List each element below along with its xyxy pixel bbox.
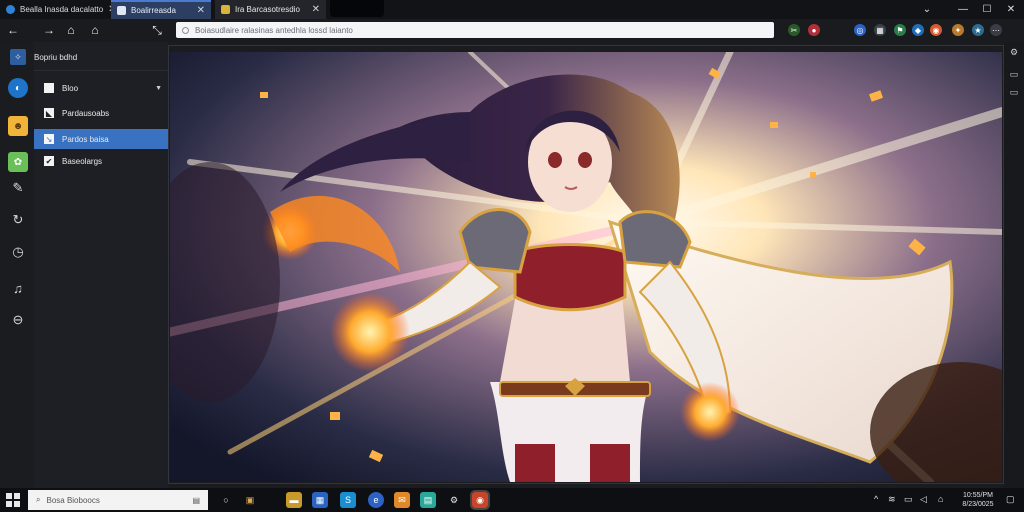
chevron-down-icon[interactable]: ▼ — [155, 85, 162, 92]
browser-logo-icon[interactable]: ◐ — [8, 78, 28, 98]
browser-icon[interactable]: e — [368, 492, 384, 508]
sidebar-header[interactable]: ✧ Bopriu bdhd — [8, 46, 168, 68]
right-rail: ⚙ ▭ ▭ — [1004, 42, 1024, 488]
url-text: Boiasudlaire ralasinas antedhla lossd la… — [195, 25, 353, 35]
reload-button[interactable]: ⌂ — [86, 21, 104, 39]
skype-icon[interactable]: S — [340, 492, 356, 508]
pen-icon[interactable]: ✎ — [8, 178, 28, 198]
minimize-button[interactable]: — — [952, 0, 974, 19]
back-button[interactable]: ← — [4, 21, 22, 39]
pin-icon[interactable]: ⤡ — [148, 21, 166, 39]
mail-icon[interactable]: ✉ — [394, 492, 410, 508]
clock-icon[interactable]: ◷ — [8, 242, 28, 262]
tab-close-icon[interactable]: ✕ — [312, 4, 320, 15]
tab-favicon-icon — [221, 5, 230, 14]
taskbar: ⌕ Bosa Bioboocs ▤ ○ ▣ ▬ ▦ S e ✉ ▤ ⚙ ◉ ^ … — [0, 488, 1024, 512]
battery-icon[interactable]: ▭ — [904, 494, 913, 505]
square-icon — [44, 83, 54, 93]
sidebar: ✧ Bopriu bdhd Bloo ▼ ◣ Pardausoabs ↘ Par… — [10, 42, 168, 488]
sidebar-item-label: Baseolargs — [62, 156, 103, 166]
refresh-circle-icon[interactable]: ↻ — [8, 210, 28, 230]
new-tab-button[interactable] — [330, 0, 384, 17]
tab-list-chevron-icon[interactable]: ⌄ — [916, 0, 938, 19]
tab-bar: Bealla Inasda dacalatto ✕ Boalirreasda ✕… — [0, 0, 1024, 19]
divider — [34, 70, 168, 71]
sidebar-item-label: Pardos baisa — [62, 134, 109, 144]
extension-fox-icon[interactable]: ◉ — [930, 24, 942, 36]
language-icon[interactable]: ⌂ — [938, 494, 943, 504]
extension-puzzle-icon[interactable]: ✦ — [952, 24, 964, 36]
tab-1[interactable]: Bealla Inasda dacalatto ✕ — [0, 0, 117, 19]
tab-2-active[interactable]: Boalirreasda ✕ — [111, 0, 211, 19]
menu-icon[interactable]: ⋯ — [990, 24, 1002, 36]
tab-favicon-icon — [6, 5, 15, 14]
sidebar-item-4[interactable]: ✔ Baseolargs — [34, 151, 168, 171]
sidebar-item-3-selected[interactable]: ↘ Pardos baisa — [34, 129, 168, 149]
notifications-icon[interactable]: ▢ — [1006, 494, 1015, 505]
notes-icon[interactable]: ▤ — [420, 492, 436, 508]
search-icon: ⌕ — [36, 495, 41, 504]
extension-grid-icon[interactable]: ▦ — [874, 24, 886, 36]
extension-shield-icon[interactable]: ◆ — [912, 24, 924, 36]
checkmark-icon[interactable]: ✔ — [44, 156, 54, 166]
forward-button[interactable]: → — [40, 21, 58, 39]
sidebar-item-2[interactable]: ◣ Pardausoabs — [34, 103, 168, 123]
widgets-icon[interactable]: ▣ — [242, 492, 258, 508]
extension-record-icon[interactable]: ● — [808, 24, 820, 36]
tab-title: Ira Barcasotresdio — [235, 5, 300, 14]
volume-icon[interactable]: ◁ — [920, 494, 927, 505]
sidebar-logo-icon: ✧ — [10, 49, 26, 65]
store-icon[interactable]: ▦ — [312, 492, 328, 508]
left-rail: ◐ ☻ ✿ ✎ ↻ ◷ ♫ ⊖ — [0, 42, 34, 488]
network-icon[interactable]: ≋ — [888, 494, 896, 505]
sidebar-item-1[interactable]: Bloo ▼ — [34, 78, 168, 98]
start-button[interactable] — [6, 493, 20, 507]
sidebar-title: Bopriu bdhd — [34, 52, 78, 62]
minus-circle-icon[interactable]: ⊖ — [8, 310, 28, 330]
checkbox-icon[interactable]: ↘ — [44, 134, 54, 144]
settings-gear-icon[interactable]: ⚙ — [1008, 46, 1020, 58]
checkbox-icon[interactable]: ◣ — [44, 108, 54, 118]
image-viewer[interactable] — [170, 52, 1002, 482]
tab-favicon-icon — [117, 6, 126, 15]
panel-icon-2[interactable]: ▭ — [1008, 86, 1020, 98]
extension-globe-icon[interactable]: ◎ — [854, 24, 866, 36]
active-app-icon[interactable]: ◉ — [470, 490, 490, 510]
close-window-button[interactable]: ✕ — [1000, 0, 1022, 19]
extension-star-icon[interactable]: ★ — [972, 24, 984, 36]
sidebar-item-label: Bloo — [62, 83, 79, 93]
tab-title: Boalirreasda — [131, 6, 176, 15]
clock-date: 8/23/0025 — [962, 501, 994, 508]
show-hidden-icons-chevron-icon[interactable]: ^ — [874, 494, 878, 504]
home-button[interactable]: ⌂ — [62, 21, 80, 39]
tab-3[interactable]: Ira Barcasotresdio ✕ — [215, 0, 326, 19]
anime-artwork-image — [170, 52, 1002, 482]
search-placeholder: Bosa Bioboocs — [46, 495, 100, 505]
photos-app-icon[interactable]: ✿ — [8, 152, 28, 172]
panel-icon[interactable]: ▭ — [1008, 68, 1020, 80]
task-view-icon[interactable]: ○ — [218, 492, 234, 508]
tab-close-icon[interactable]: ✕ — [197, 5, 205, 16]
system-clock[interactable]: 10:55/PM 8/23/0025 — [956, 491, 1000, 509]
tab-title: Bealla Inasda dacalatto — [20, 5, 104, 14]
extension-flag-icon[interactable]: ⚑ — [894, 24, 906, 36]
app-avatar-icon[interactable]: ☻ — [8, 116, 28, 136]
music-note-icon[interactable]: ♫ — [8, 278, 28, 298]
file-explorer-icon[interactable]: ▬ — [286, 492, 302, 508]
search-app-icon[interactable]: ▤ — [192, 496, 200, 505]
clock-time: 10:55/PM — [963, 492, 993, 499]
address-bar[interactable]: Boiasudlaire ralasinas antedhla lossd la… — [176, 22, 774, 38]
maximize-button[interactable]: ☐ — [976, 0, 998, 19]
sidebar-item-label: Pardausoabs — [62, 108, 110, 118]
taskbar-search-box[interactable]: ⌕ Bosa Bioboocs ▤ — [28, 490, 208, 510]
site-info-icon[interactable] — [182, 26, 189, 34]
extension-tools-icon[interactable]: ✂ — [788, 24, 800, 36]
settings-icon[interactable]: ⚙ — [446, 492, 462, 508]
